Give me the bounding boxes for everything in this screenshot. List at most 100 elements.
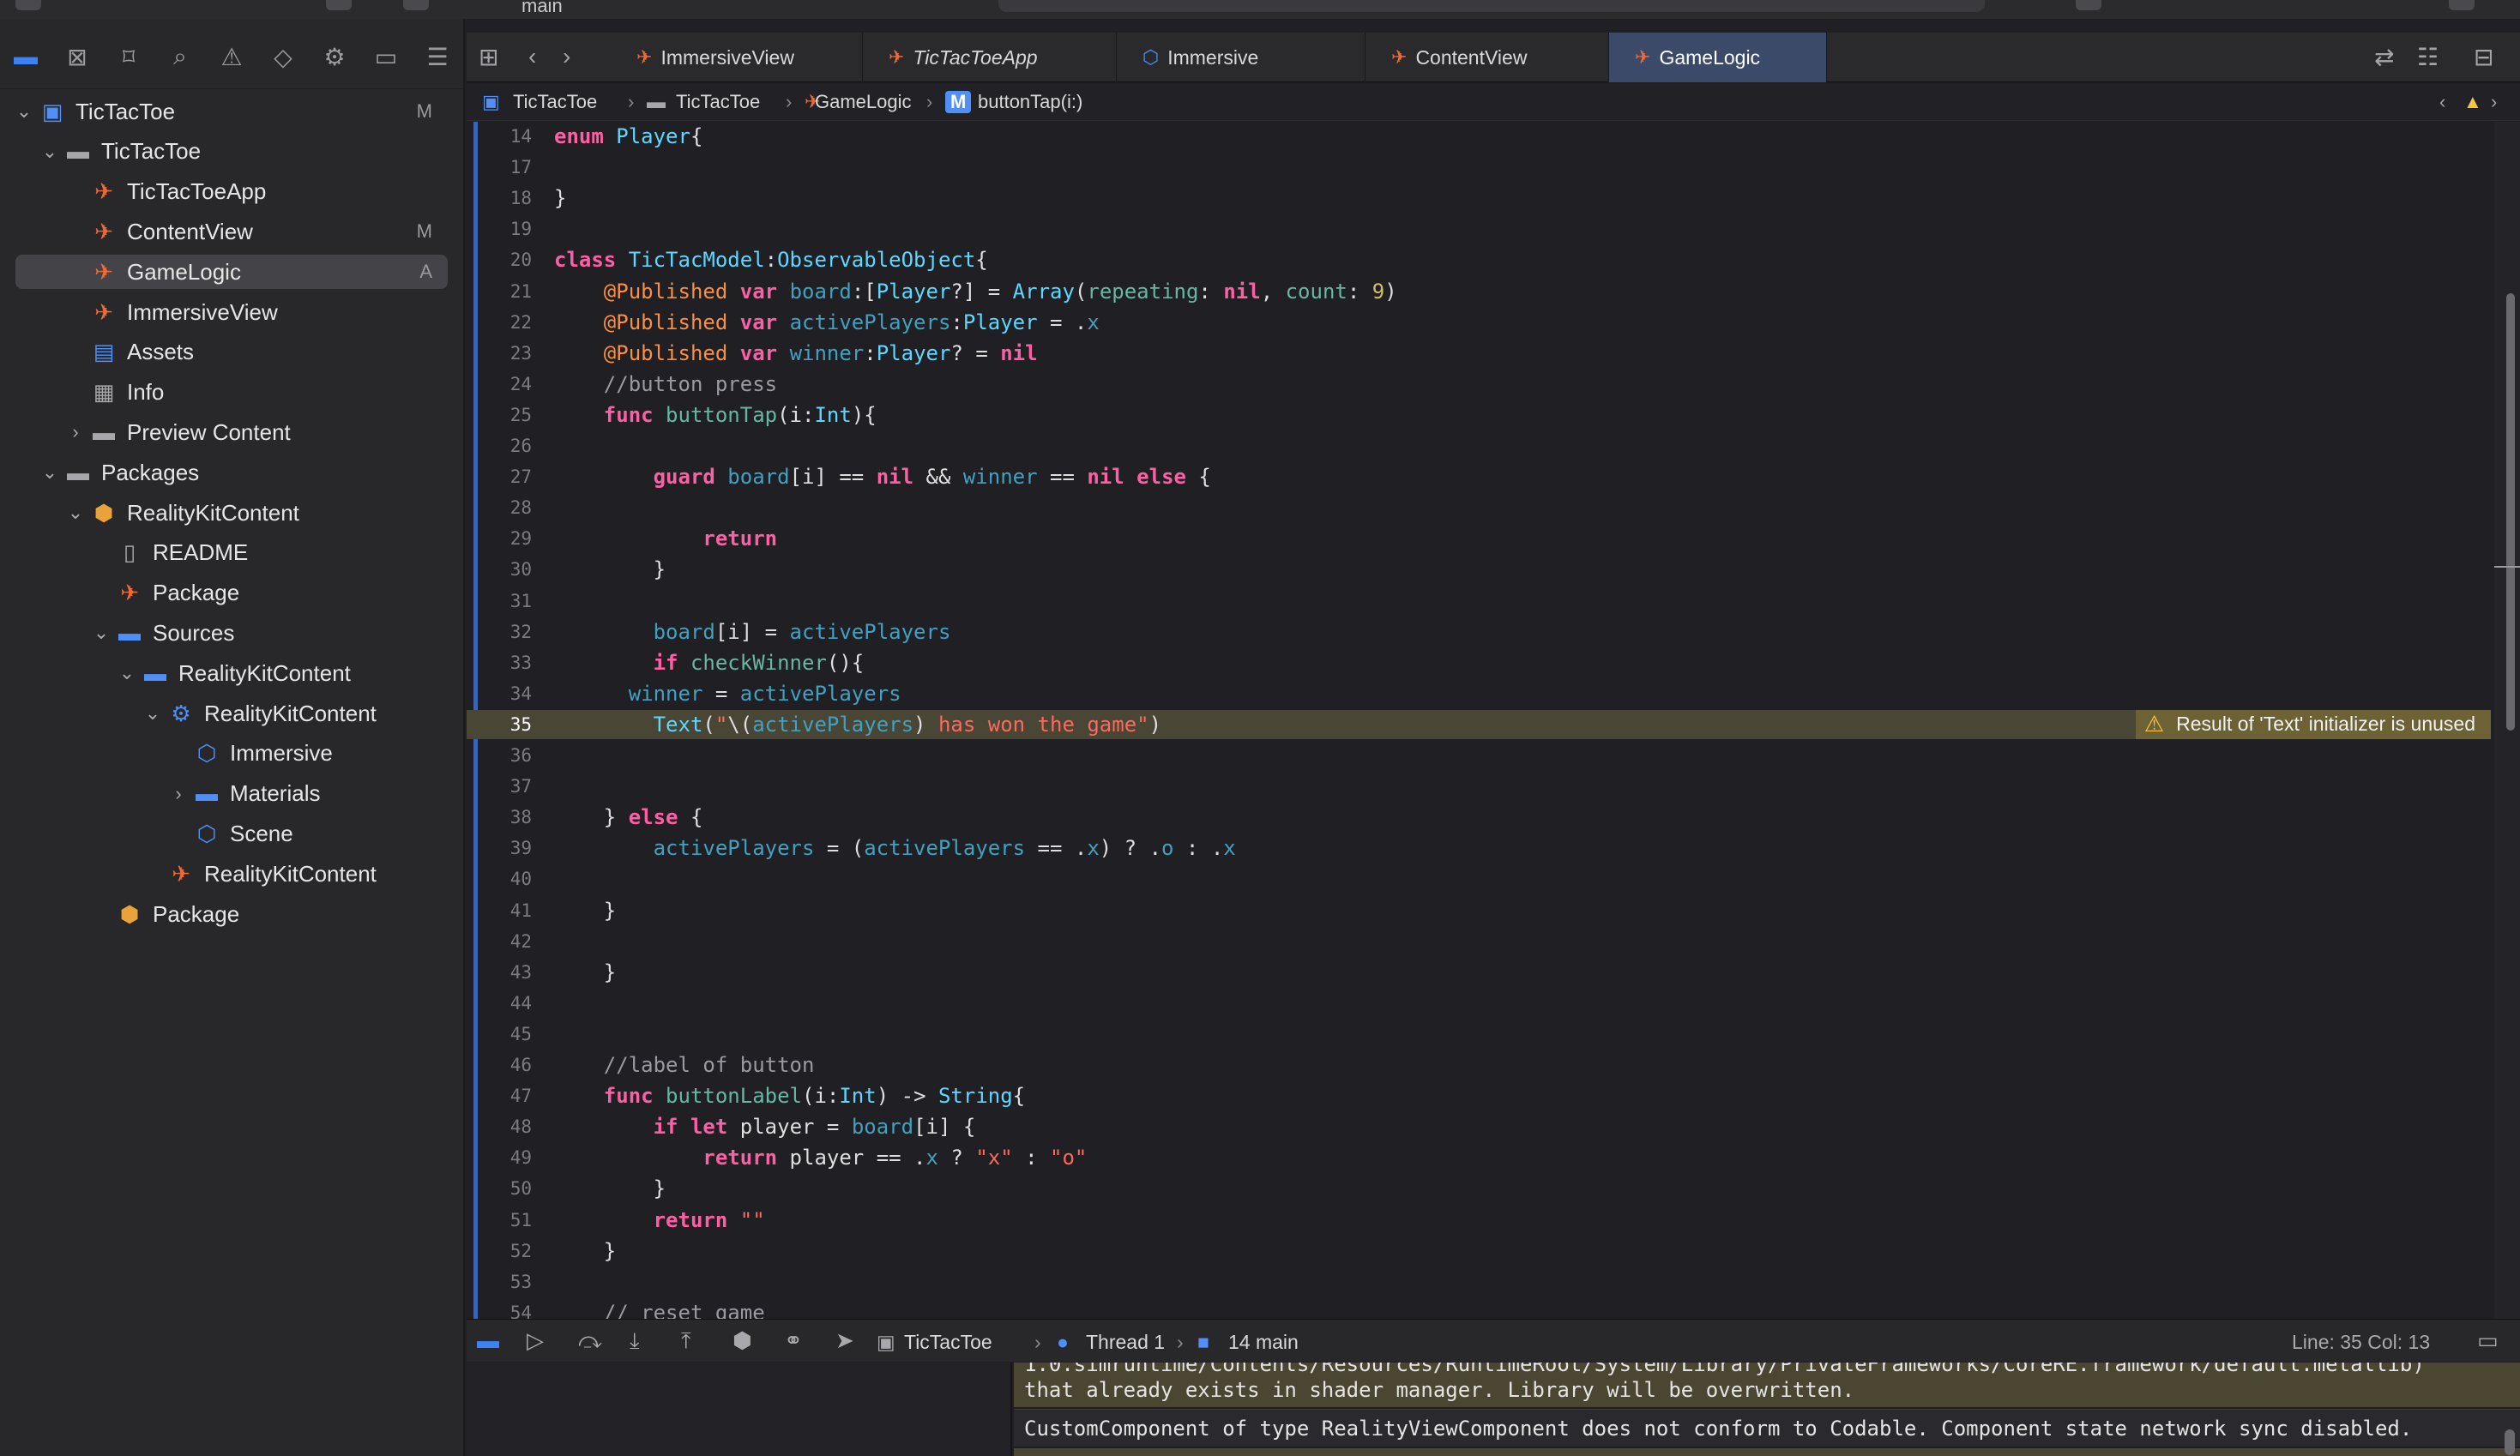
code-line[interactable]: 32 board[i] = activePlayers [467, 617, 2491, 647]
step-out-icon[interactable]: ⤒ [681, 1327, 691, 1355]
code-line[interactable]: 28 [467, 493, 2491, 522]
inline-warning[interactable]: ⚠ Result of 'Text' initializer is unused [2135, 709, 2491, 739]
file-tree-row[interactable]: ⌄ ▬ TicTacToe [15, 135, 448, 169]
source-editor[interactable]: 14 enum Player{17 18} 19 20 class TicTacModel… [467, 122, 2491, 1319]
code-line[interactable]: 37 [467, 772, 2491, 801]
location-icon[interactable]: ➤ [835, 1327, 854, 1354]
console-scrollbar-thumb[interactable] [2505, 1429, 2515, 1455]
debug-icon[interactable]: ⚙ [319, 41, 350, 72]
code-line[interactable]: 18} [467, 184, 2491, 213]
code-line[interactable]: 49 return player == .x ? "x" : "o" [467, 1143, 2491, 1172]
step-into-icon[interactable]: ⤓ [630, 1327, 640, 1355]
code-line[interactable]: 31 [467, 587, 2491, 616]
editor-tab[interactable]: ✈ ContentView [1366, 33, 1609, 82]
back-chevron-icon[interactable]: ‹ [528, 43, 536, 70]
editor-tab[interactable]: ✈ ImmersiveView [611, 33, 863, 82]
code-line[interactable]: 53 [467, 1267, 2491, 1297]
forward-chevron-icon[interactable]: › [563, 43, 570, 70]
file-tree-row[interactable]: ⌄ ▣ TicTacToe M [15, 94, 448, 129]
hide-debug-area-icon[interactable]: ▭ [2477, 1327, 2499, 1354]
code-line[interactable]: 21 @Published var board:[Player?] = Arra… [467, 277, 2491, 306]
code-line[interactable]: 25 func buttonTap(i:Int){ [467, 400, 2491, 430]
jump-item-group[interactable]: TicTacToe [676, 91, 760, 113]
code-line[interactable]: 39 activePlayers = (activePlayers == .x)… [467, 833, 2491, 863]
chevron-down-icon[interactable]: ⌄ [91, 622, 112, 644]
code-line[interactable]: 45 [467, 1020, 2491, 1049]
code-line[interactable]: 42 [467, 927, 2491, 956]
scheme-activity-area[interactable] [998, 0, 1985, 12]
file-tree-row[interactable]: ✈ GameLogic A [15, 255, 448, 290]
file-tree-row[interactable]: ⬢ Package [15, 897, 448, 931]
code-line[interactable]: 27 guard board[i] == nil && winner == ni… [467, 462, 2491, 491]
code-line[interactable]: 44 [467, 989, 2491, 1018]
source-control-icon[interactable]: ⊠ [62, 41, 93, 72]
editor-tab[interactable]: ⬡ Immersive [1117, 33, 1366, 82]
related-items-icon[interactable]: ⇄ [2374, 43, 2394, 71]
file-tree-row[interactable]: ⬡ Immersive [15, 737, 448, 771]
file-tree-row[interactable]: ▯ README [15, 536, 448, 570]
debug-crumb-thread[interactable]: Thread 1 [1086, 1331, 1165, 1354]
sidebar-toggle-icon[interactable] [15, 0, 41, 10]
code-line[interactable]: 19 [467, 214, 2491, 244]
code-line[interactable]: 33 if checkWinner(){ [467, 648, 2491, 677]
jump-item-file[interactable]: GameLogic [815, 91, 912, 113]
report-icon[interactable]: ☰ [422, 41, 453, 72]
file-tree-row[interactable]: ✈ RealityKitContent [15, 857, 448, 891]
code-line[interactable]: 43 } [467, 958, 2491, 987]
library-icon[interactable] [2449, 0, 2475, 10]
file-tree-row[interactable]: ⌄ ⬢ RealityKitContent [15, 496, 448, 530]
split-editor-icon[interactable]: ⊟ [2474, 43, 2493, 71]
file-tree-row[interactable]: ⌄ ▬ Sources [15, 616, 448, 650]
bookmark-icon[interactable]: ⌑ [113, 41, 144, 72]
folder-nav-icon[interactable]: ▬ [10, 41, 41, 72]
next-issue-icon[interactable]: › [2491, 91, 2497, 113]
code-line[interactable]: 40 [467, 864, 2491, 893]
code-line[interactable]: 20 class TicTacModel:ObservableObject{ [467, 245, 2491, 274]
file-tree-row[interactable]: ⌄ ⚙ RealityKitContent [15, 696, 448, 731]
grid-icon[interactable]: ⊞ [479, 43, 498, 71]
code-line[interactable]: 14 enum Player{ [467, 122, 2491, 151]
file-tree-row[interactable]: ▦ Info [15, 376, 448, 410]
code-line[interactable]: 26 [467, 431, 2491, 460]
test-diamond-icon[interactable]: ◇ [268, 41, 298, 72]
continue-icon[interactable]: ▷ [527, 1327, 544, 1354]
code-line[interactable]: 34 winner = activePlayers [467, 679, 2491, 708]
debug-crumb-project[interactable]: TicTacToe [904, 1331, 992, 1354]
editor-tab[interactable]: ✈ TicTacToeApp [863, 33, 1117, 82]
file-tree-row[interactable]: ✈ Package [15, 576, 448, 611]
code-line[interactable]: 30 } [467, 555, 2491, 584]
file-tree-row[interactable]: › ▬ Materials [15, 777, 448, 811]
editor-options-icon[interactable]: ☷ [2417, 43, 2439, 71]
prev-issue-icon[interactable]: ‹ [2439, 91, 2445, 113]
issue-warning-icon[interactable]: ⚠ [216, 41, 247, 72]
file-tree-row[interactable]: ⌄ ▬ Packages [15, 455, 448, 490]
file-tree-row[interactable]: ⌄ ▬ RealityKitContent [15, 656, 448, 690]
warning-icon[interactable]: ▲ [2463, 91, 2482, 113]
breakpoints-toggle-icon[interactable]: ▬ [477, 1327, 499, 1354]
debug-view-hierarchy-icon[interactable]: ⬢ [732, 1327, 752, 1354]
chevron-right-icon[interactable]: › [65, 421, 86, 443]
editor-scrollbar[interactable] [2494, 122, 2520, 1319]
file-tree-row[interactable]: ▤ Assets [15, 335, 448, 370]
code-line[interactable]: 23 @Published var winner:Player? = nil [467, 339, 2491, 368]
file-tree-row[interactable]: ✈ ContentView M [15, 214, 448, 249]
chevron-down-icon[interactable]: ⌄ [142, 702, 163, 725]
variables-view[interactable] [467, 1363, 1012, 1456]
console-output[interactable]: 1.0.simruntime/Contents/Resources/Runtim… [1014, 1363, 2520, 1456]
run-icon[interactable] [403, 0, 429, 10]
code-line[interactable]: 51 return "" [467, 1206, 2491, 1235]
code-line[interactable]: 22 @Published var activePlayers:Player =… [467, 308, 2491, 337]
memory-graph-icon[interactable]: ⚭ [784, 1327, 803, 1354]
stop-icon[interactable] [326, 0, 352, 10]
file-tree-row[interactable]: › ▬ Preview Content [15, 415, 448, 449]
chevron-down-icon[interactable]: ⌄ [39, 461, 60, 484]
code-line[interactable]: 36 [467, 741, 2491, 770]
code-line-current[interactable]: 35 Text("\(activePlayers) has won the ga… [467, 709, 2491, 739]
code-line[interactable]: 48 if let player = board[i] { [467, 1112, 2491, 1141]
code-line[interactable]: 24 //button press [467, 370, 2491, 399]
chevron-right-icon[interactable]: › [168, 783, 189, 805]
step-over-icon[interactable]: ⤼ [578, 1327, 602, 1355]
code-line[interactable]: 41 } [467, 896, 2491, 925]
code-line[interactable]: 17 [467, 153, 2491, 182]
scrollbar-thumb[interactable] [2506, 293, 2515, 731]
